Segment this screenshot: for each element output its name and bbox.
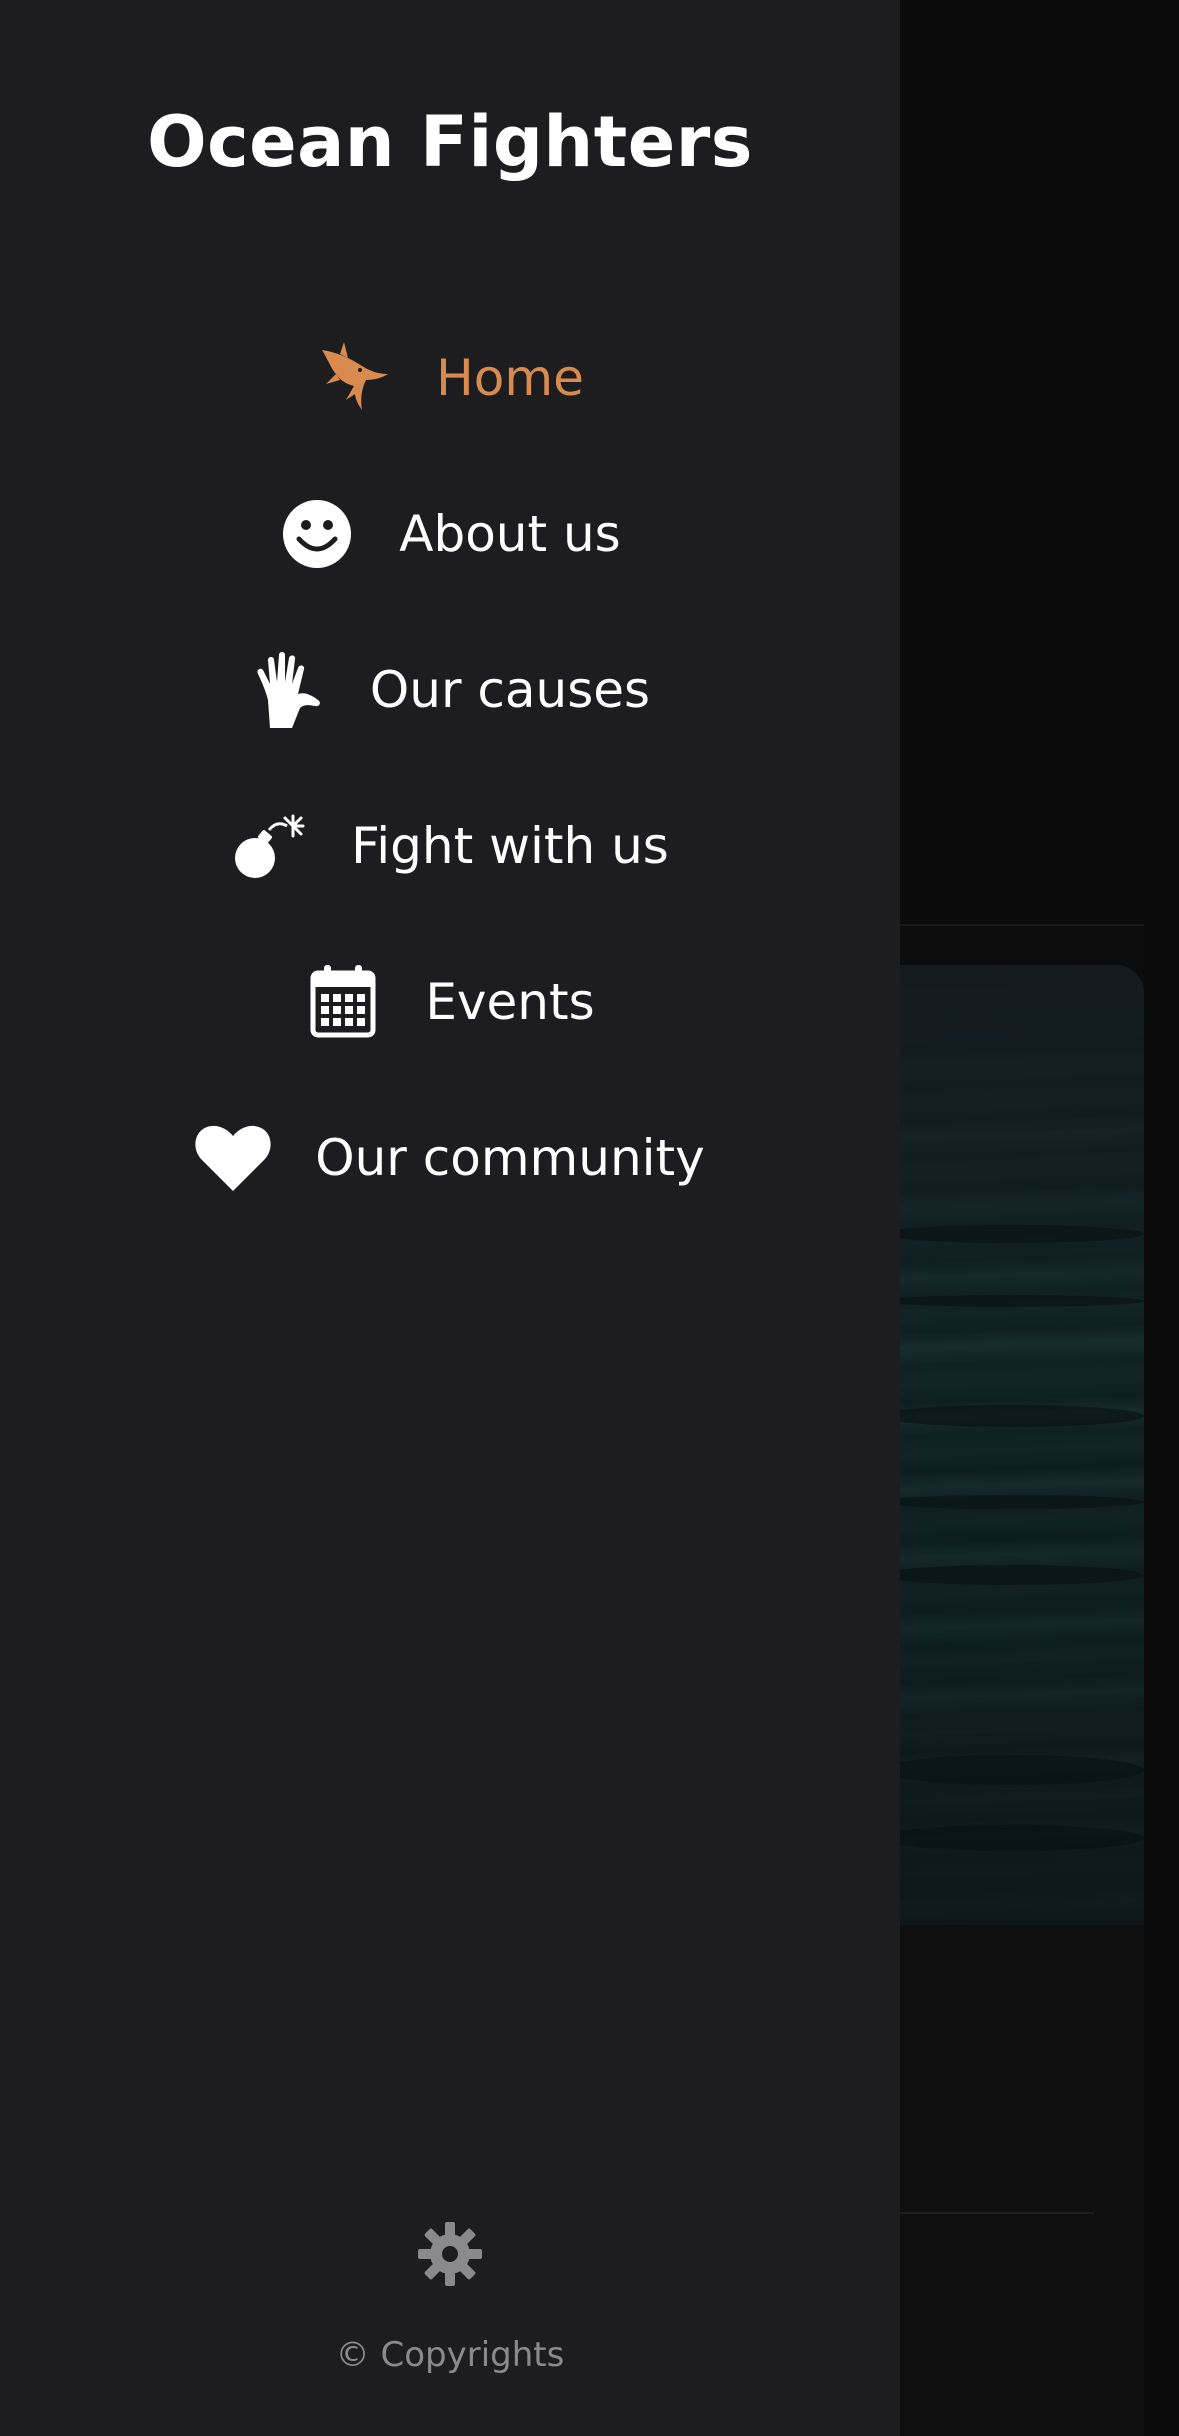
nav-label-our-causes: Our causes (369, 661, 651, 719)
settings-button[interactable] (414, 2220, 486, 2292)
nav-item-our-community[interactable]: Our community (0, 1080, 900, 1236)
calendar-icon (305, 964, 381, 1040)
smile-icon (279, 496, 355, 572)
background-ocean-image (880, 965, 1144, 1925)
nav-label-home: Home (436, 349, 584, 407)
nav-label-events: Events (425, 973, 595, 1031)
background-content (880, 1925, 1179, 2436)
background-divider (880, 2212, 1094, 2214)
nav-item-our-causes[interactable]: Our causes (0, 612, 900, 768)
nav-item-fight-with-us[interactable]: Fight with us (0, 768, 900, 924)
background-edge (1144, 0, 1179, 2436)
gear-icon (418, 2222, 482, 2290)
bomb-icon (231, 808, 307, 884)
hand-icon (250, 652, 326, 728)
app-screen: Ocean Fighters Home About us Our causes … (0, 0, 1179, 2436)
heart-icon (195, 1120, 271, 1196)
nav-item-about-us[interactable]: About us (0, 456, 900, 612)
shark-icon (316, 340, 392, 416)
nav-label-fight-with-us: Fight with us (351, 817, 669, 875)
nav-label-our-community: Our community (315, 1129, 705, 1187)
nav-label-about-us: About us (399, 505, 621, 563)
navigation-drawer: Ocean Fighters Home About us Our causes … (0, 0, 900, 2436)
copyright-text: © Copyrights (335, 2335, 565, 2375)
nav-item-events[interactable]: Events (0, 924, 900, 1080)
drawer-title: Ocean Fighters (147, 101, 753, 183)
nav-menu: Home About us Our causes Fight with us E… (0, 300, 900, 1236)
nav-item-home[interactable]: Home (0, 300, 900, 456)
